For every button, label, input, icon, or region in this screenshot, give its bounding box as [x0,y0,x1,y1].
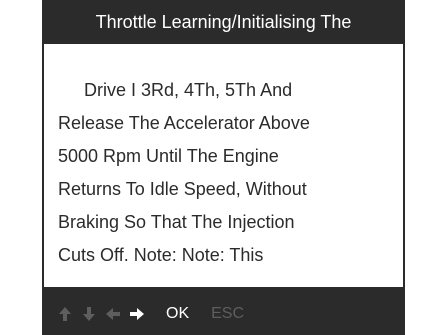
message-line: Drive I 3Rd, 4Th, 5Th And [84,80,293,100]
ok-button[interactable]: OK [166,305,189,323]
message-line: Returns To Idle Speed, Without [58,179,307,199]
footer-bar: OK ESC [42,292,405,335]
message-line: 5000 Rpm Until The Engine [58,146,279,166]
page-title: Throttle Learning/Initialising The [95,11,352,32]
message-text: Drive I 3Rd, 4Th, 5Th And Release The Ac… [58,74,388,272]
esc-button[interactable]: ESC [211,305,244,323]
arrow-up-icon[interactable] [56,305,74,323]
arrow-right-icon[interactable] [128,305,146,323]
message-line: Release The Accelerator Above [58,113,310,133]
message-panel: Drive I 3Rd, 4Th, 5Th And Release The Ac… [44,44,403,287]
message-line: Braking So That The Injection [58,212,295,232]
scanner-screen: Throttle Learning/Initialising The Drive… [42,0,405,335]
arrow-down-icon[interactable] [80,305,98,323]
arrow-left-icon[interactable] [104,305,122,323]
message-line: Cuts Off. Note: Note: This [58,245,264,265]
